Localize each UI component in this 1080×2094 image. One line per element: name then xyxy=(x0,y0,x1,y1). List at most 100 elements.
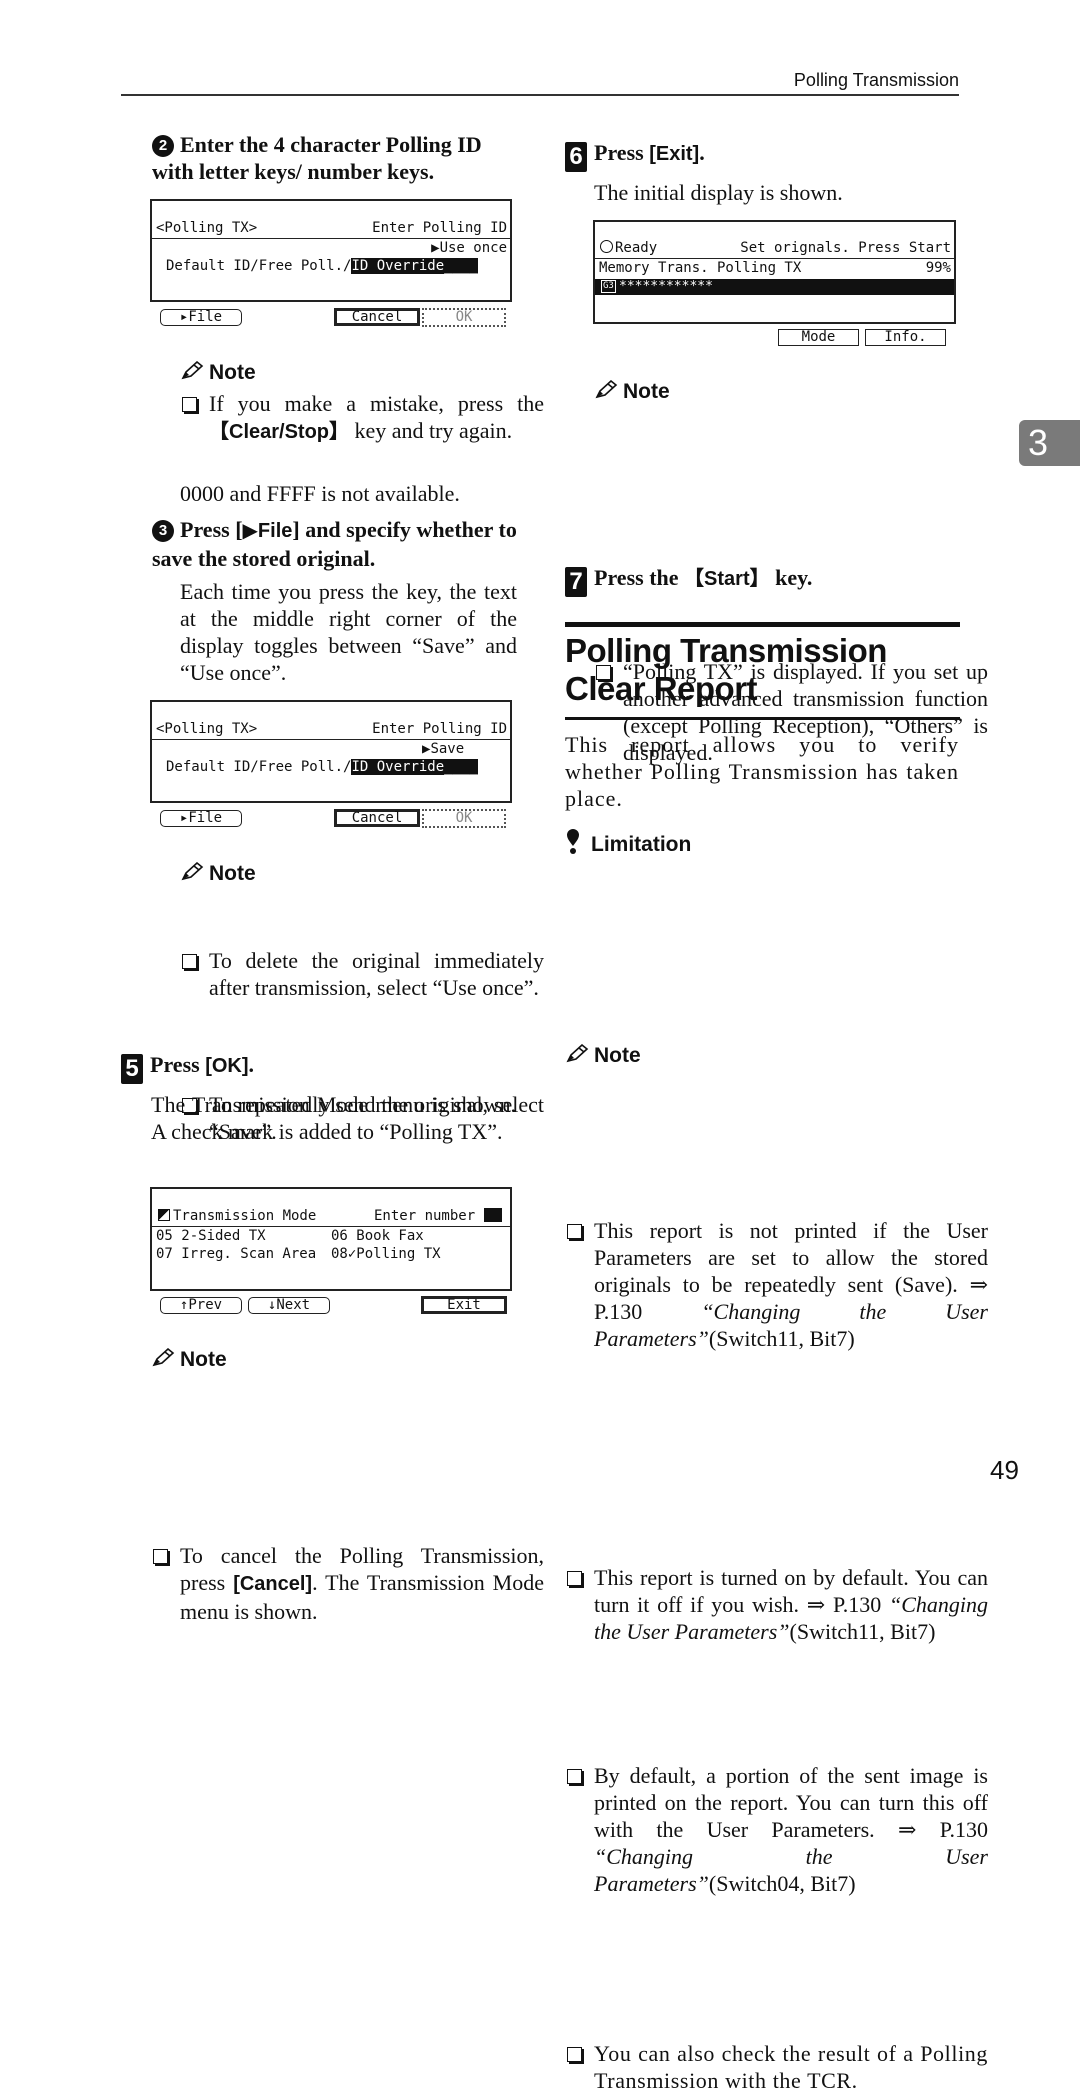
g3-line-badge: G3 xyxy=(601,280,616,293)
pencil-icon xyxy=(181,862,204,881)
lcd-title-right: Enter Polling ID xyxy=(372,721,507,737)
checkbox-bullet-icon xyxy=(567,1224,582,1239)
checkbox-bullet-icon xyxy=(153,1549,168,1564)
lcd-field-value[interactable]: ID Override____ xyxy=(351,258,478,274)
step-3-heading: 3 Press [▶File] and specify whether to sa… xyxy=(152,517,517,571)
lcd-status: Ready xyxy=(600,240,657,256)
header-rule xyxy=(121,94,959,96)
section-rule-bottom xyxy=(565,717,960,720)
lcd-title-left: <Polling TX> xyxy=(156,721,258,737)
key-label-ok: [OK] xyxy=(205,1055,249,1077)
checkbox-bullet-icon xyxy=(182,954,197,969)
key-label-exit: [Exit] xyxy=(649,143,700,165)
pencil-icon xyxy=(152,1348,175,1367)
lcd-job-mode: Memory Trans. Polling TX xyxy=(599,260,802,276)
note-heading: Note xyxy=(180,361,256,385)
lcd-destination-bar: G3 ************ xyxy=(595,279,954,295)
limitation-heading: Limitation xyxy=(565,829,691,857)
checkbox-bullet-icon xyxy=(567,2047,582,2062)
lcd-field-value[interactable]: ID Override____ xyxy=(351,759,478,775)
note-item: By default, a portion of the sent image … xyxy=(565,1762,988,1897)
note-item: To cancel the Polling Transmission, pres… xyxy=(151,1542,544,1625)
key-label-clear-stop: 【Clear/Stop】 xyxy=(209,421,350,443)
lcd-divider xyxy=(152,739,510,740)
running-head: Polling Transmission xyxy=(793,70,959,90)
checkbox-bullet-icon xyxy=(567,1769,582,1784)
key-label-cancel: [Cancel] xyxy=(233,1573,313,1595)
exclamation-icon xyxy=(567,829,579,854)
section-rule-top xyxy=(565,622,960,627)
triangle-right-icon: ▶ xyxy=(431,240,440,256)
lcd-toggle-value: ▶Save xyxy=(422,741,465,757)
lcd-field[interactable]: Default ID/Free Poll./ID Override____ xyxy=(166,258,478,274)
file-button[interactable]: ▸File xyxy=(160,309,242,326)
menu-item[interactable]: 05 2-Sided TX xyxy=(156,1228,266,1244)
step-7-heading: 7 Press the 【Start】 key. xyxy=(565,564,960,597)
key-label-start: 【Start】 xyxy=(684,568,770,590)
lcd-divider xyxy=(152,1226,510,1227)
limitation-item: This report is not printed if the User P… xyxy=(565,1217,988,1352)
note-item: If you make a mistake, press the 【Clear/… xyxy=(180,390,544,446)
lcd-title-right: Enter number xyxy=(374,1208,502,1224)
menu-item[interactable]: 07 Irreg. Scan Area xyxy=(156,1246,316,1262)
note-heading: Note xyxy=(180,862,256,886)
exit-button[interactable]: Exit xyxy=(421,1296,507,1314)
mode-button[interactable]: Mode xyxy=(778,329,859,346)
note-item: This report is turned on by default. You… xyxy=(565,1564,988,1645)
step-number-3: 3 xyxy=(152,520,174,542)
lcd-screen-initial-display: Ready Set orignals. Press Start Memory T… xyxy=(593,220,956,324)
lcd-field-label: Default ID/Free Poll./ xyxy=(166,759,352,775)
pencil-icon xyxy=(595,380,618,399)
key-label-file: ▶File xyxy=(242,520,293,542)
page-number: 49 xyxy=(990,1455,1019,1485)
note-item: You can also check the result of a Polli… xyxy=(565,2040,988,2094)
step-number-5: 5 xyxy=(121,1054,143,1084)
step-2-heading: 2 Enter the 4 character Polling ID with l… xyxy=(152,131,522,185)
pencil-icon xyxy=(181,361,204,380)
next-button[interactable]: ↓Next xyxy=(248,1297,330,1314)
lcd-screen-polling-id-save: <Polling TX> Enter Polling ID ▶Save Defa… xyxy=(150,700,512,803)
body-text: Each time you press the key, the text at… xyxy=(180,579,517,685)
file-button[interactable]: ▸File xyxy=(160,810,242,827)
body-text: 0000 and FFFF is not available. xyxy=(180,481,460,506)
info-button[interactable]: Info. xyxy=(865,329,946,346)
cancel-button[interactable]: Cancel xyxy=(334,308,420,326)
lcd-divider xyxy=(595,258,954,259)
lcd-toggle-value: ▶Use once xyxy=(431,240,507,256)
pencil-icon xyxy=(566,1044,589,1063)
number-entry-field[interactable] xyxy=(483,1208,502,1222)
ok-button[interactable]: OK xyxy=(422,809,506,828)
lcd-destination-text: ************ xyxy=(619,279,713,294)
menu-item[interactable]: 06 Book Fax xyxy=(331,1228,424,1244)
note-heading: Note xyxy=(565,1044,641,1068)
lcd-screen-polling-id-use-once: <Polling TX> Enter Polling ID ▶Use once … xyxy=(150,199,512,302)
ready-indicator-icon xyxy=(600,240,613,253)
step-number-7: 7 xyxy=(565,567,587,597)
step-number-2: 2 xyxy=(152,135,174,157)
step-5-heading: 5 Press [OK]. xyxy=(121,1051,521,1084)
lcd-title-left: Transmission Mode xyxy=(158,1208,316,1224)
checkbox-bullet-icon xyxy=(567,1571,582,1586)
cancel-button[interactable]: Cancel xyxy=(334,809,420,827)
prev-button[interactable]: ↑Prev xyxy=(160,1297,242,1314)
step-6-heading: 6 Press [Exit]. xyxy=(565,139,960,172)
body-text: The Transmission Mode menu is shown. A c… xyxy=(151,1092,516,1144)
note-item: To delete the original immediately after… xyxy=(180,947,544,1001)
lcd-memory-percent: 99% xyxy=(925,260,951,276)
note-heading: Note xyxy=(151,1348,227,1372)
triangle-right-icon: ▶ xyxy=(242,520,258,542)
body-text: The initial display is shown. xyxy=(594,180,843,205)
lcd-instruction: Set orignals. Press Start xyxy=(740,240,951,256)
lcd-field-label: Default ID/Free Poll./ xyxy=(166,258,352,274)
ok-button[interactable]: OK xyxy=(422,308,506,327)
menu-item-selected[interactable]: 08✓Polling TX xyxy=(331,1246,441,1262)
note-heading: Note xyxy=(594,380,670,404)
lcd-title-left: <Polling TX> xyxy=(156,220,258,236)
step-2-text: Enter the 4 character Polling ID with le… xyxy=(152,132,482,184)
lcd-screen-transmission-mode: Transmission Mode Enter number 05 2-Side… xyxy=(150,1187,512,1291)
chapter-tab[interactable]: 3 xyxy=(1019,420,1080,466)
checkbox-bullet-icon xyxy=(182,397,197,412)
step-number-6: 6 xyxy=(565,142,587,172)
lcd-field[interactable]: Default ID/Free Poll./ID Override____ xyxy=(166,759,478,775)
lcd-title-right: Enter Polling ID xyxy=(372,220,507,236)
